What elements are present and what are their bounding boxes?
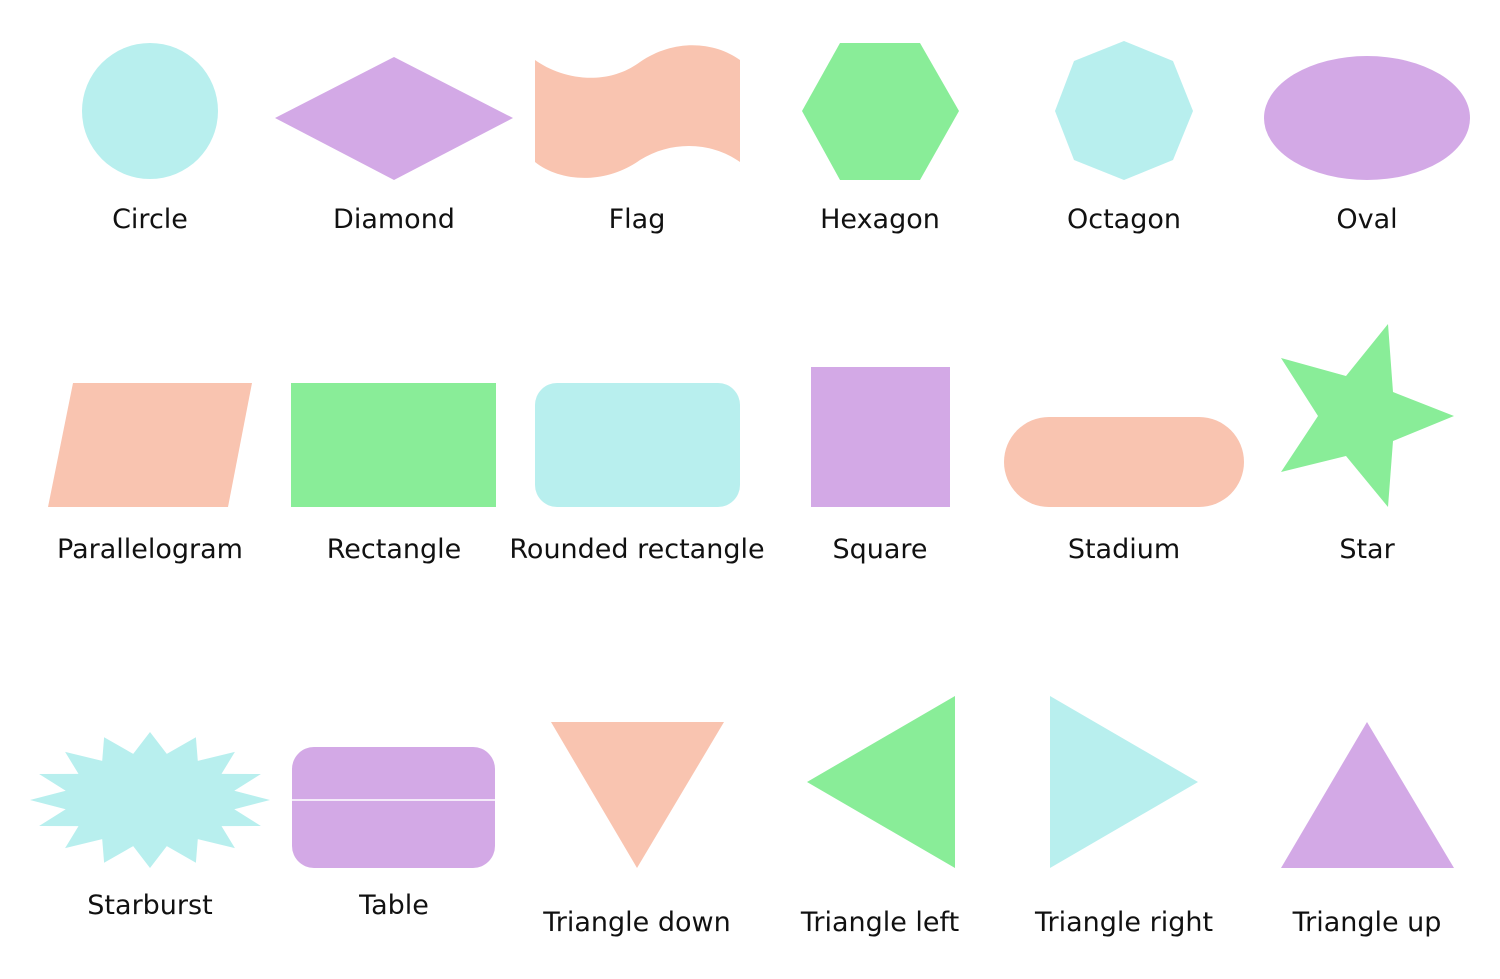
triangle-down-shape bbox=[551, 722, 724, 868]
label-square: Square bbox=[832, 534, 927, 565]
stadium-shape bbox=[1004, 417, 1244, 507]
shapes-diagram: Circle Diamond Flag Hexagon Octagon Oval… bbox=[30, 41, 1470, 938]
square-shape bbox=[811, 367, 950, 507]
parallelogram-shape bbox=[48, 383, 252, 507]
triangle-up-shape bbox=[1281, 722, 1454, 868]
table-shape bbox=[292, 747, 495, 868]
flag-shape bbox=[535, 45, 740, 178]
label-triangle-down: Triangle down bbox=[542, 907, 730, 938]
rectangle-shape bbox=[291, 383, 496, 507]
label-triangle-left: Triangle left bbox=[800, 907, 959, 938]
label-octagon: Octagon bbox=[1067, 204, 1181, 235]
label-star: Star bbox=[1339, 534, 1395, 565]
diamond-shape bbox=[275, 57, 513, 180]
octagon-shape bbox=[1055, 41, 1193, 180]
label-flag: Flag bbox=[609, 204, 666, 235]
star-shape bbox=[1281, 324, 1454, 507]
label-parallelogram: Parallelogram bbox=[57, 534, 243, 565]
label-rounded-rectangle: Rounded rectangle bbox=[509, 534, 764, 565]
label-hexagon: Hexagon bbox=[820, 204, 940, 235]
oval-shape bbox=[1264, 56, 1470, 180]
label-triangle-up: Triangle up bbox=[1292, 907, 1442, 938]
label-starburst: Starburst bbox=[87, 890, 212, 921]
label-triangle-right: Triangle right bbox=[1034, 907, 1213, 938]
label-circle: Circle bbox=[112, 204, 188, 235]
triangle-left-shape bbox=[807, 696, 955, 868]
triangle-right-shape bbox=[1050, 696, 1198, 868]
circle-shape bbox=[82, 43, 218, 179]
starburst-shape bbox=[30, 732, 270, 868]
label-stadium: Stadium bbox=[1068, 534, 1180, 565]
label-oval: Oval bbox=[1336, 204, 1397, 235]
rounded-rectangle-shape bbox=[535, 383, 740, 507]
hexagon-shape bbox=[802, 43, 959, 180]
label-table: Table bbox=[358, 890, 429, 921]
label-diamond: Diamond bbox=[333, 204, 455, 235]
label-rectangle: Rectangle bbox=[327, 534, 462, 565]
